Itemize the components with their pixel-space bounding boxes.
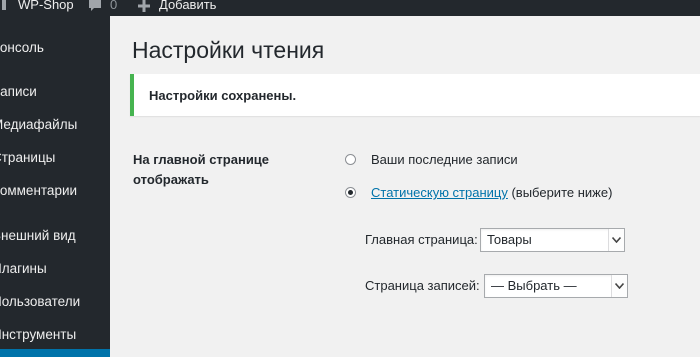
page-title: Настройки чтения: [132, 37, 325, 63]
select-dropdown-button[interactable]: [608, 229, 624, 251]
sidebar-item-label: Записи: [0, 84, 37, 99]
homepage-select-row: Главная страница: Товары: [365, 228, 625, 252]
option-latest-posts-label: Ваши последние записи: [371, 152, 518, 167]
sidebar-item-label: Консоль: [0, 40, 44, 55]
sidebar-item-users[interactable]: Пользователи: [0, 292, 110, 312]
sidebar-item-dashboard[interactable]: Консоль: [0, 38, 110, 58]
chevron-down-icon: [612, 237, 621, 243]
notice-text: Настройки сохранены.: [149, 88, 297, 103]
admin-bar: WP-Shop 0 Добавить: [0, 0, 700, 16]
static-page-link[interactable]: Статическую страницу: [371, 185, 508, 200]
static-page-hint: (выберите ниже): [507, 185, 613, 200]
main-content: Настройки чтения Настройки сохранены. На…: [110, 16, 700, 357]
sidebar-item-label: Пользователи: [0, 294, 81, 309]
radio-static-page[interactable]: [345, 187, 356, 198]
chevron-down-icon: [615, 283, 624, 289]
sidebar-active-item[interactable]: [0, 349, 110, 357]
homepage-select[interactable]: Товары: [480, 228, 625, 252]
comment-bubble-icon: [89, 0, 101, 11]
success-notice: Настройки сохранены.: [130, 74, 700, 116]
posts-page-select[interactable]: — Выбрать —: [484, 274, 628, 298]
sidebar-item-label: Плагины: [0, 261, 47, 276]
sidebar-item-media[interactable]: Медиафайлы: [0, 115, 110, 135]
site-title: WP-Shop: [18, 0, 74, 12]
radio-latest-posts[interactable]: [345, 154, 356, 165]
select-dropdown-button[interactable]: [611, 275, 627, 297]
admin-sidebar: Консоль Записи Медиафайлы Страницы Комме…: [0, 16, 110, 357]
sidebar-item-plugins[interactable]: Плагины: [0, 259, 110, 279]
sidebar-item-label: Комментарии: [0, 183, 78, 198]
home-icon: [2, 0, 6, 10]
homepage-select-label: Главная страница:: [365, 232, 478, 247]
option-static-page-text: Статическую страницу (выберите ниже): [371, 184, 612, 202]
sidebar-item-appearance[interactable]: Внешний вид: [0, 226, 110, 246]
plus-icon: [138, 0, 150, 12]
sidebar-item-label: Медиафайлы: [0, 117, 78, 132]
sidebar-item-comments[interactable]: Комментарии: [0, 181, 110, 201]
sidebar-item-label: Инструменты: [0, 327, 77, 342]
posts-page-select-value: — Выбрать —: [491, 278, 577, 293]
homepage-select-value: Товары: [487, 232, 532, 247]
posts-page-select-row: Страница записей: — Выбрать —: [365, 274, 628, 298]
sidebar-item-label: Внешний вид: [0, 228, 76, 243]
sidebar-item-label: Страницы: [0, 150, 56, 165]
posts-page-select-label: Страница записей:: [365, 278, 480, 293]
add-new-label: Добавить: [159, 0, 217, 12]
sidebar-item-posts[interactable]: Записи: [0, 82, 110, 102]
comments-count: 0: [110, 0, 118, 12]
sidebar-item-tools[interactable]: Инструменты: [0, 325, 110, 345]
front-page-field-label: На главной странице отображать: [133, 152, 270, 187]
sidebar-item-pages[interactable]: Страницы: [0, 148, 110, 168]
